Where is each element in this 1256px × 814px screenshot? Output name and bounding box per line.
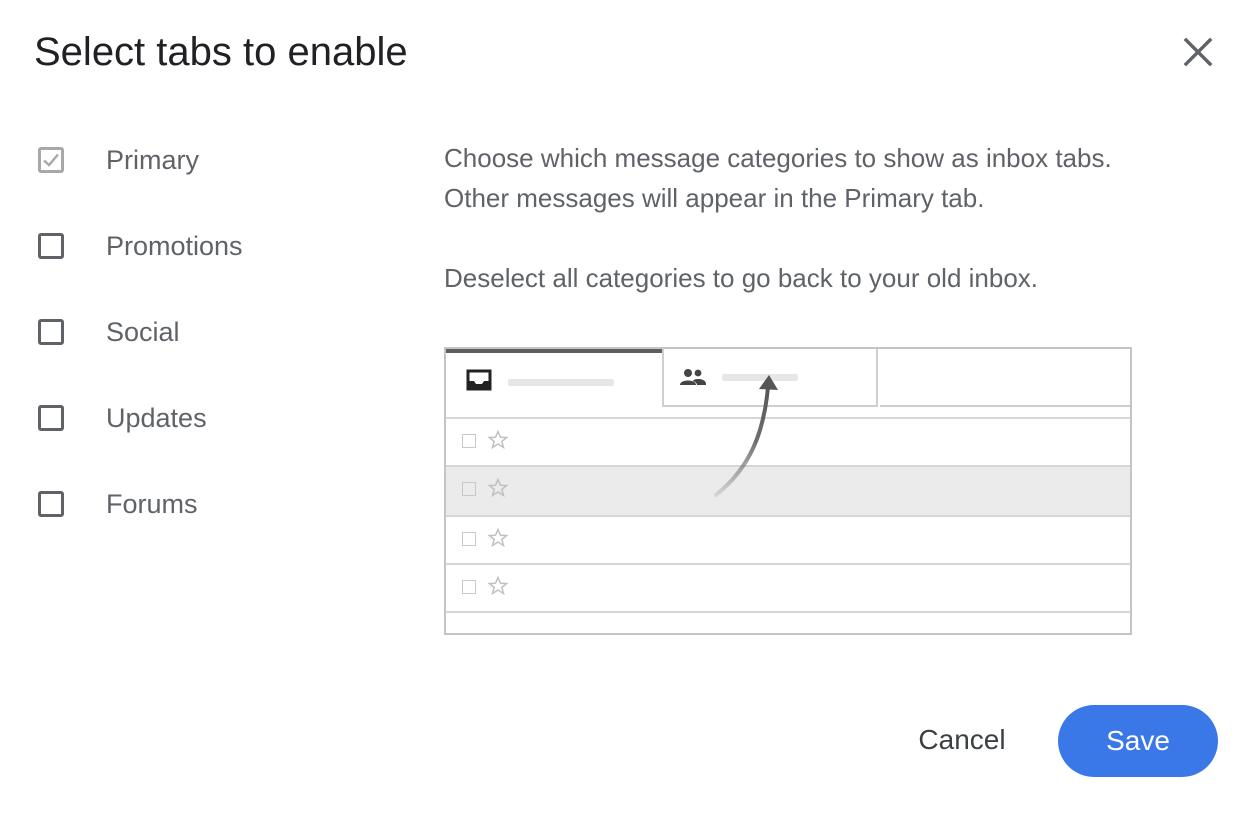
- promotions-checkbox[interactable]: [38, 233, 64, 259]
- option-label: Updates: [106, 402, 207, 433]
- curved-arrow-icon: [714, 375, 778, 497]
- close-icon: [1183, 37, 1213, 67]
- description: Choose which message categories to show …: [444, 138, 1144, 298]
- option-label: Social: [106, 316, 180, 347]
- social-checkbox[interactable]: [38, 319, 64, 345]
- option-social[interactable]: Social: [38, 310, 338, 354]
- option-primary: Primary: [38, 138, 338, 182]
- close-button[interactable]: [1176, 30, 1220, 74]
- option-forums[interactable]: Forums: [38, 482, 338, 526]
- updates-checkbox[interactable]: [38, 405, 64, 431]
- description-text: Choose which message categories to show …: [444, 143, 1112, 213]
- option-updates[interactable]: Updates: [38, 396, 338, 440]
- option-label: Forums: [106, 488, 198, 519]
- description-text-secondary: Deselect all categories to go back to yo…: [444, 263, 1039, 293]
- checkmark-icon: [43, 153, 59, 167]
- option-label: Primary: [106, 144, 199, 175]
- cancel-button[interactable]: Cancel: [896, 706, 1028, 774]
- save-button[interactable]: Save: [1058, 705, 1218, 777]
- option-label: Promotions: [106, 230, 243, 261]
- dialog-title: Select tabs to enable: [34, 30, 408, 74]
- primary-checkbox: [38, 147, 64, 173]
- forums-checkbox[interactable]: [38, 491, 64, 517]
- option-promotions[interactable]: Promotions: [38, 224, 338, 268]
- inbox-tabs-illustration: [444, 347, 1132, 635]
